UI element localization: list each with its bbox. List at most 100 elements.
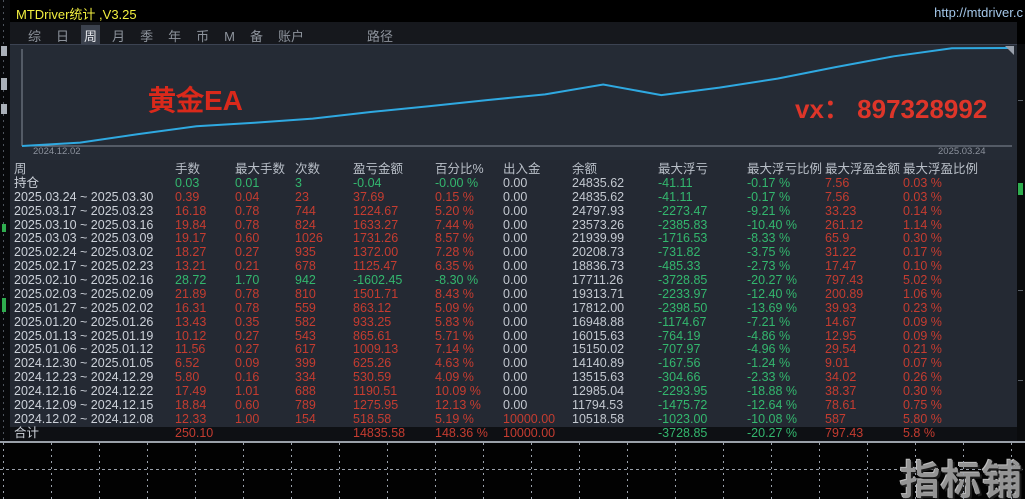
cell-max_float_profit: 31.22	[825, 245, 857, 260]
menu-item-7[interactable]: 币	[193, 25, 212, 46]
cell-max_float_profit: 797.43	[825, 426, 864, 440]
menu-item-1[interactable]: 综	[25, 25, 44, 46]
cell-max_float_profit_pct: 1.14 %	[903, 217, 942, 232]
menu-item-9[interactable]: 备	[247, 25, 266, 46]
cell-balance: 23573.26	[572, 217, 625, 232]
cell-max_float_profit_pct: 0.75 %	[903, 397, 942, 412]
cell-pct: 4.63 %	[435, 356, 474, 371]
cell-max_lots: 0.16	[235, 370, 260, 385]
cell-balance: 10518.58	[572, 411, 625, 426]
cell-max_float_profit_pct: 0.10 %	[903, 259, 942, 274]
menu-item-8[interactable]: M	[221, 28, 238, 45]
cell-pct: 4.09 %	[435, 370, 474, 385]
column-header: 次数	[295, 162, 321, 176]
cell-pl: 1190.51	[353, 384, 398, 398]
cell-max_float_profit: 797.43	[825, 273, 864, 287]
cell-count: 824	[295, 217, 316, 232]
cell-max_float_loss_pct: -8.33 %	[747, 231, 791, 246]
column-header: 余额	[572, 162, 598, 176]
cell-in_out: 0.00	[503, 286, 528, 301]
cell-max_float_loss_pct: -9.21 %	[747, 203, 791, 218]
cell-in_out: 0.00	[503, 203, 528, 218]
cell-max_float_profit_pct: 0.23 %	[903, 300, 942, 315]
cell-lots: 10.12	[175, 328, 207, 343]
cell-lots: 0.03	[175, 175, 200, 190]
cell-max_float_profit_pct: 0.17 %	[903, 245, 942, 260]
cell-max_float_loss: -3728.85	[658, 426, 708, 440]
cell-max_float_loss_pct: -3.75 %	[747, 245, 791, 260]
cell-max_float_profit: 34.02	[825, 370, 857, 385]
cell-pct: -0.00 %	[435, 175, 479, 190]
cell-period: 2025.01.20 ~ 2025.01.26	[14, 314, 154, 329]
menu-item-5[interactable]: 季	[137, 25, 156, 46]
menu-item-3[interactable]: 周	[81, 25, 101, 46]
cell-max_float_profit: 7.56	[825, 175, 850, 190]
cell-max_float_profit_pct: 0.30 %	[903, 231, 942, 246]
cell-balance: 15150.02	[572, 342, 625, 357]
cell-max_float_loss: -707.97	[658, 342, 701, 357]
cell-pct: 10.09 %	[435, 384, 481, 398]
menu-item-4[interactable]: 月	[109, 25, 128, 46]
underlying-chart-left-edge	[0, 0, 10, 499]
table-row: 2025.03.10 ~ 2025.03.16 19.84 0.78 824 1633.…	[10, 217, 1017, 233]
cell-max_lots: 0.60	[235, 231, 260, 246]
grid-dash-line	[51, 443, 52, 499]
cell-lots: 13.43	[175, 314, 207, 329]
cell-lots: 18.27	[175, 245, 207, 260]
cell-max_float_loss_pct: -18.88 %	[747, 384, 798, 398]
cell-max_float_loss: -1174.67	[658, 314, 707, 329]
cell-max_float_loss: -2273.47	[658, 203, 708, 218]
cell-period: 2025.03.17 ~ 2025.03.23	[14, 203, 154, 218]
cell-period: 2025.02.03 ~ 2025.02.09	[14, 286, 154, 301]
table-row: 2025.01.20 ~ 2025.01.26 13.43 0.35 582 933.2…	[10, 314, 1017, 330]
menu-item-10[interactable]: 账户	[275, 25, 307, 46]
cell-max_float_loss_pct: -10.40 %	[747, 217, 798, 232]
column-header: 出入金	[503, 162, 541, 176]
scale-tick	[1018, 100, 1023, 101]
cell-max_lots: 0.78	[235, 286, 260, 301]
cell-in_out: 10000.00	[503, 426, 556, 440]
cell-count: 559	[295, 300, 316, 315]
title-bar: MTDriver统计 ,V3.25 http://mtdriver.c	[10, 0, 1025, 22]
cell-in_out: 0.00	[503, 259, 528, 274]
cell-balance: 24835.62	[572, 189, 625, 204]
cell-pl: 863.12	[353, 300, 392, 315]
menu-item-2[interactable]: 日	[53, 25, 72, 46]
table-header-row: 周 手数 最大手数 次数 盈亏金额 百分比% 出入金 余额 最大浮亏 最大浮亏比例 最大浮盈金额 最大…	[10, 162, 1017, 177]
cell-balance: 21939.99	[572, 231, 625, 246]
cell-max_float_loss: -3728.85	[658, 273, 708, 287]
chart-start-date: 2024.12.02	[33, 146, 81, 157]
cell-max_float_loss_pct: -20.27 %	[747, 273, 798, 287]
cell-max_float_profit_pct: 5.02 %	[903, 273, 942, 287]
vendor-url-link[interactable]: http://mtdriver.c	[934, 5, 1023, 20]
cell-balance: 16015.63	[572, 328, 625, 343]
table-row: 2025.01.06 ~ 2025.01.12 11.56 0.27 617 1009.…	[10, 343, 1017, 357]
cell-pl: -1602.45	[353, 273, 403, 287]
scale-tick	[1018, 380, 1023, 381]
cell-lots: 19.17	[175, 231, 207, 246]
cell-period: 2025.02.10 ~ 2025.02.16	[14, 273, 154, 287]
grid-dash-line	[147, 443, 148, 499]
menu-item-6[interactable]: 年	[165, 25, 184, 46]
grid-dash-line	[819, 443, 820, 499]
column-header: 最大浮盈金额	[825, 162, 901, 176]
menu-item-11[interactable]: 路径	[364, 25, 396, 46]
grid-dash-line	[531, 443, 532, 499]
cell-in_out: 0.00	[503, 273, 528, 287]
cell-pct: 7.28 %	[435, 245, 474, 260]
cell-balance: 16948.88	[572, 314, 625, 329]
cell-in_out: 0.00	[503, 231, 528, 246]
cell-balance: 14140.89	[572, 356, 625, 371]
column-header: 盈亏金额	[353, 162, 404, 176]
cell-max_float_profit: 33.23	[825, 203, 857, 218]
cell-pct: 5.83 %	[435, 314, 474, 329]
column-header: 最大手数	[235, 162, 286, 176]
cell-lots: 13.21	[175, 259, 207, 274]
cell-count: 744	[295, 203, 316, 218]
grid-dash-line	[291, 443, 292, 499]
cell-period: 2025.02.24 ~ 2025.03.02	[14, 245, 154, 260]
cell-max_float_profit: 17.47	[825, 259, 857, 274]
cell-max_float_loss_pct: -12.64 %	[747, 397, 798, 412]
app-window: MTDriver统计 ,V3.25 http://mtdriver.c 综日周月…	[0, 0, 1025, 499]
cell-count: 617	[295, 342, 316, 357]
